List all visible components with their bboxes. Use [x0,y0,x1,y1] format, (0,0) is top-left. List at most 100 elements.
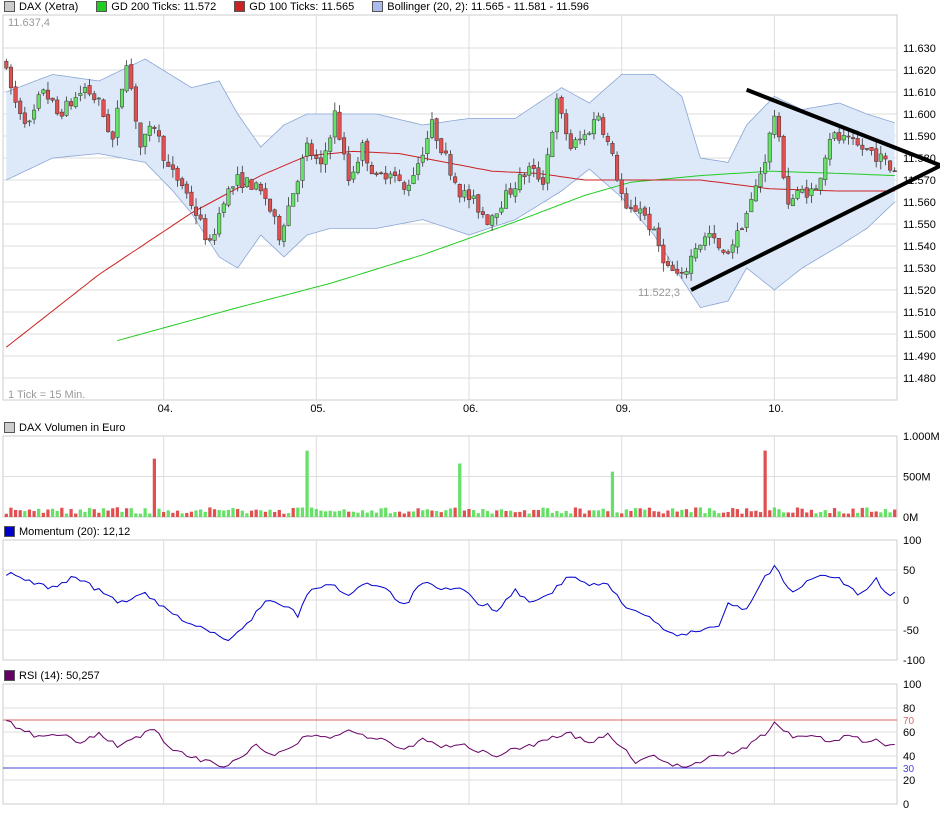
volume-bar [263,511,268,517]
volume-bar [578,508,582,517]
y-tick-label: 80 [903,703,915,715]
legend-label: RSI (14): 50,257 [19,669,100,682]
candle-body [69,101,74,107]
candle-body [180,178,185,186]
volume-bar [421,510,425,517]
volume-bar [620,513,624,517]
volume-bar [569,513,573,517]
candle-body [508,188,513,195]
volume-bar [832,508,837,517]
candle-body [744,213,749,228]
candle-body [628,207,633,209]
candle-body [129,64,134,89]
volume-bar [472,510,476,517]
candle-body [143,133,148,147]
volume-bar [41,512,45,517]
volume-bar [462,510,467,517]
candle-body [258,183,263,192]
x-tick-label: 09. [616,403,631,415]
volume-bar [684,509,689,517]
volume-bar [874,511,878,517]
volume-bar [453,507,457,517]
candle-body [425,138,430,154]
price-legend: DAX (Xetra) GD 200 Ticks: 11.572 GD 100 … [4,0,607,13]
volume-bar [92,509,96,517]
candle-body [231,186,236,189]
volume-bar [610,471,615,517]
candle-body [837,132,842,141]
volume-bar [680,509,684,517]
volume-bar [189,511,194,517]
candle-body [753,185,758,202]
volume-bar [9,507,13,517]
volume-bar [282,513,286,517]
volume-bar [749,511,753,517]
volume-bar [846,513,851,517]
candle-body [892,170,897,172]
candle-body [92,93,97,101]
volume-bar [370,510,374,517]
volume-bar [777,509,781,517]
y-tick-label: -100 [903,655,925,667]
candle-body [466,189,472,201]
volume-bar [356,512,360,517]
candle-body [119,88,124,108]
legend-label: GD 200 Ticks: 11.572 [111,0,217,13]
candle-body [763,162,768,174]
y-tick-label: 11.520 [903,285,936,297]
volume-bar [712,510,716,517]
candle-body [777,115,782,138]
high-label: 11.637,4 [8,17,50,29]
candle-body [291,193,296,207]
volume-bar [805,512,809,517]
y-tick-label: 100 [903,679,921,691]
candle-body [457,184,462,198]
y-tick-label: 11.540 [903,241,936,253]
volume-bar [823,510,827,517]
candle-body [665,261,670,266]
candle-body [786,176,791,205]
volume-bar [268,509,272,517]
candle-body [610,143,615,154]
volume-bar [27,509,32,517]
candle-body [221,203,226,213]
volume-bar [735,509,739,517]
candle-body [217,213,222,235]
y-tick-label: 100 [903,535,921,547]
volume-bar [236,509,240,517]
legend-label: DAX Volumen in Euro [19,421,126,434]
volume-bar [185,512,189,517]
candle-body [578,138,583,141]
volume-bar [129,508,133,517]
candle-body [513,188,518,197]
candle-body [652,228,657,231]
candle-body [675,268,680,274]
volume-bar [212,509,217,517]
volume-bar [296,507,300,517]
volume-bar [411,511,416,517]
candle-body [337,111,342,140]
candle-body [397,174,402,181]
candle-body [355,161,360,173]
volume-bar [828,513,832,517]
volume-bar [365,512,369,517]
volume-bar [703,513,707,517]
candle-body [388,173,393,179]
volume-bar [564,510,568,517]
volume-bar [124,508,129,517]
candle-body [369,165,374,175]
candle-body [64,100,69,116]
candle-body [152,126,157,129]
volume-bar [143,508,147,517]
volume-bar [819,512,823,517]
candle-body [781,135,786,179]
candle-body [416,163,421,175]
volume-bar [319,510,323,517]
legend-swatch [4,422,15,433]
candle-body [45,89,50,100]
volume-bar [134,513,138,517]
candle-body [527,166,532,176]
volume-bar [865,507,869,517]
candle-body [411,175,416,184]
volume-bar [559,513,564,517]
